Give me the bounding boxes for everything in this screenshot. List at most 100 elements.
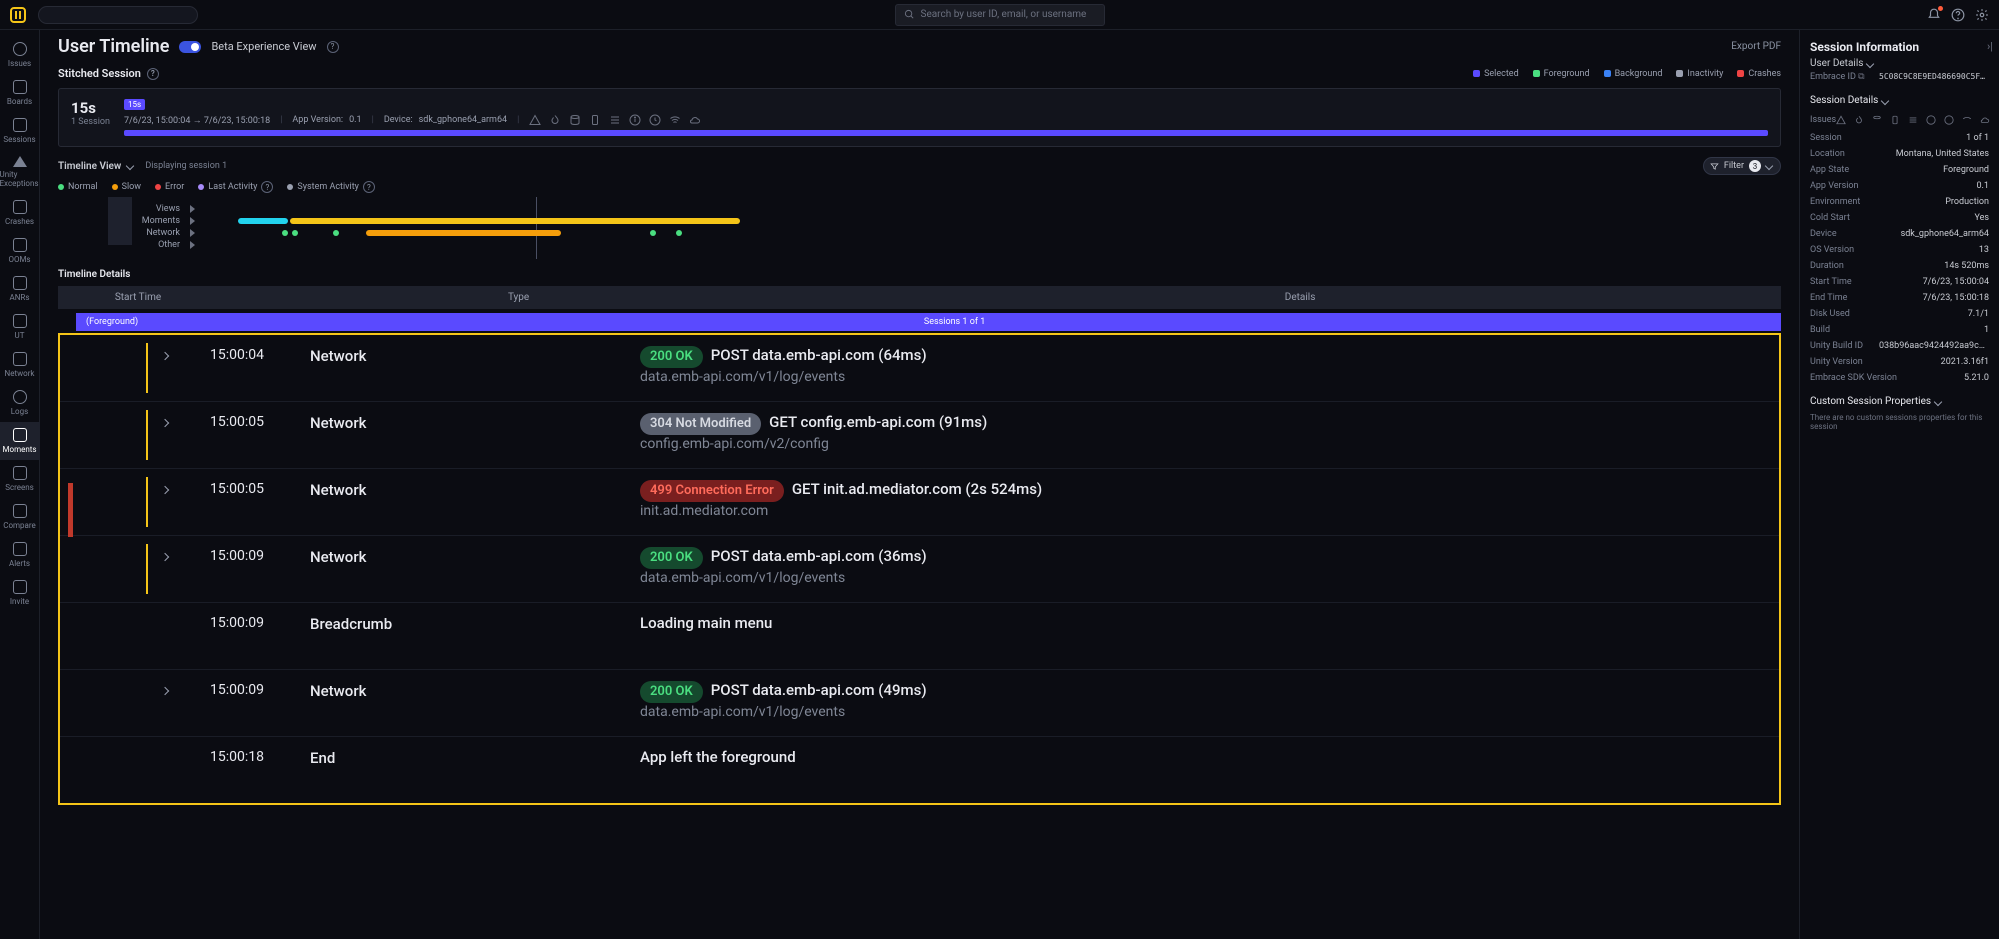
filter-button[interactable]: Filter 3 xyxy=(1703,157,1781,175)
nav-label: Moments xyxy=(3,445,37,454)
db-icon xyxy=(569,114,581,126)
sidebar-item-crashes[interactable]: Crashes xyxy=(0,194,40,232)
sidebar-item-ut[interactable]: UT xyxy=(0,308,40,346)
row-time: 15:00:04 xyxy=(180,345,310,363)
session-overview-card: 15s 1 Session 15s 7/6/23, 15:00:04 → 7/6… xyxy=(58,88,1781,147)
sidebar-item-unity-exceptions[interactable]: Unity Exceptions xyxy=(0,150,40,194)
expand-row-icon[interactable] xyxy=(161,687,169,695)
beta-label: Beta Experience View xyxy=(211,40,316,53)
project-selector[interactable] xyxy=(38,6,198,24)
cloud-icon xyxy=(1980,115,1992,127)
table-row: 15:00:05Network304 Not ModifiedGET confi… xyxy=(60,402,1779,469)
play-icon[interactable] xyxy=(190,205,195,213)
table-header: Start Time Type Details xyxy=(58,286,1781,309)
warning-icon xyxy=(1836,115,1848,127)
copy-icon[interactable]: ⧉ xyxy=(1858,72,1864,82)
nav-icon xyxy=(13,352,27,366)
beta-help-icon[interactable]: ? xyxy=(327,41,339,53)
session-band: (Foreground) Sessions 1 of 1 xyxy=(76,313,1781,331)
overview-sessions: 1 Session xyxy=(71,117,110,127)
sidebar-item-moments[interactable]: Moments xyxy=(0,422,40,460)
sidebar-item-ooms[interactable]: OOMs xyxy=(0,232,40,270)
row-time: 15:00:09 xyxy=(180,613,310,631)
sidebar-item-screens[interactable]: Screens xyxy=(0,460,40,498)
table-row: 15:00:05Network499 Connection ErrorGET i… xyxy=(60,469,1779,536)
sidebar-item-alerts[interactable]: Alerts xyxy=(0,536,40,574)
table-row: 15:00:09BreadcrumbLoading main menu xyxy=(60,603,1779,670)
expand-row-icon[interactable] xyxy=(161,419,169,427)
row-details: 304 Not ModifiedGET config.emb-api.com (… xyxy=(640,412,1779,453)
sidebar-item-logs[interactable]: Logs xyxy=(0,384,40,422)
expand-row-icon[interactable] xyxy=(161,486,169,494)
chevron-down-icon xyxy=(1765,162,1773,170)
nav-icon xyxy=(13,428,27,442)
row-details: App left the foreground xyxy=(640,747,1779,767)
nav-label: Boards xyxy=(7,97,32,106)
sidebar-item-invite[interactable]: Invite xyxy=(0,574,40,612)
notifications-icon[interactable] xyxy=(1927,8,1941,22)
sidebar-item-compare[interactable]: Compare xyxy=(0,498,40,536)
search-icon xyxy=(904,9,915,20)
help-icon[interactable] xyxy=(1951,8,1965,22)
expand-row-icon[interactable] xyxy=(161,553,169,561)
nav-icon xyxy=(13,238,27,252)
session-details-toggle[interactable]: Session Details xyxy=(1810,95,1989,106)
row-time: 15:00:05 xyxy=(180,412,310,430)
kv-row: Cold StartYes xyxy=(1810,210,1989,226)
export-pdf-button[interactable]: Export PDF xyxy=(1731,41,1781,52)
play-icon[interactable] xyxy=(190,241,195,249)
sidebar-item-network[interactable]: Network xyxy=(0,346,40,384)
kv-row: Build1 xyxy=(1810,322,1989,338)
kv-row: End Time7/6/23, 15:00:18 xyxy=(1810,290,1989,306)
kv-row: OS Version13 xyxy=(1810,242,1989,258)
custom-props-toggle[interactable]: Custom Session Properties xyxy=(1810,396,1989,407)
nav-label: Network xyxy=(5,369,35,378)
expand-row-icon[interactable] xyxy=(161,352,169,360)
nav-icon xyxy=(13,466,27,480)
row-details: 499 Connection ErrorGET init.ad.mediator… xyxy=(640,479,1779,520)
settings-icon[interactable] xyxy=(1975,8,1989,22)
overview-progress-bar xyxy=(124,130,1768,136)
list-icon xyxy=(609,114,621,126)
nav-label: Alerts xyxy=(9,559,30,568)
timeline-view-label[interactable]: Timeline View xyxy=(58,161,121,172)
sidebar-item-anrs[interactable]: ANRs xyxy=(0,270,40,308)
clock-icon xyxy=(649,114,661,126)
device-icon xyxy=(1890,115,1902,127)
table-row: 15:00:09Network200 OKPOST data.emb-api.c… xyxy=(60,670,1779,737)
row-time: 15:00:09 xyxy=(180,680,310,698)
play-icon[interactable] xyxy=(190,217,195,225)
wifi-icon xyxy=(669,114,681,126)
user-details-toggle[interactable]: User Details xyxy=(1810,58,1989,69)
overview-range: 7/6/23, 15:00:04 → 7/6/23, 15:00:18 xyxy=(124,115,270,126)
status-badge: 200 OK xyxy=(640,547,703,569)
sidebar-item-sessions[interactable]: Sessions xyxy=(0,112,40,150)
timeline-legend: NormalSlowErrorLast Activity ?System Act… xyxy=(58,181,1781,193)
legend-item: System Activity ? xyxy=(287,181,375,193)
play-icon[interactable] xyxy=(190,229,195,237)
embrace-id[interactable]: 5C08C9C8E9ED486690C5FD7FC7… xyxy=(1879,72,1989,82)
sidebar-item-boards[interactable]: Boards xyxy=(0,74,40,112)
nav-icon xyxy=(13,200,27,214)
status-badge: 304 Not Modified xyxy=(640,413,761,435)
chevron-down-icon[interactable] xyxy=(126,162,134,170)
row-time: 15:00:05 xyxy=(180,479,310,497)
filter-icon xyxy=(1710,162,1719,171)
stitched-session-label: Stitched Session xyxy=(58,67,141,80)
collapse-panel-icon[interactable]: ›| xyxy=(1987,40,1993,53)
legend-item: Background xyxy=(1604,69,1663,79)
beta-toggle[interactable] xyxy=(179,41,201,53)
status-badge: 499 Connection Error xyxy=(640,480,784,502)
nav-label: OOMs xyxy=(8,255,30,264)
legend-item: Crashes xyxy=(1737,69,1781,79)
warning-icon xyxy=(529,114,541,126)
global-search[interactable]: Search by user ID, email, or username xyxy=(895,4,1105,26)
row-details: Loading main menu xyxy=(640,613,1779,633)
nav-icon xyxy=(13,542,27,556)
nav-label: Sessions xyxy=(3,135,35,144)
sidebar: Issues Boards Sessions Unity ExceptionsCras… xyxy=(0,0,40,939)
stitched-help-icon[interactable]: ? xyxy=(147,68,159,80)
sidebar-item-issues[interactable]: Issues xyxy=(0,36,40,74)
timeline-swimlanes: Views Moments Network Other xyxy=(58,197,1781,259)
custom-props-empty: There are no custom sessions properties … xyxy=(1810,413,1989,431)
